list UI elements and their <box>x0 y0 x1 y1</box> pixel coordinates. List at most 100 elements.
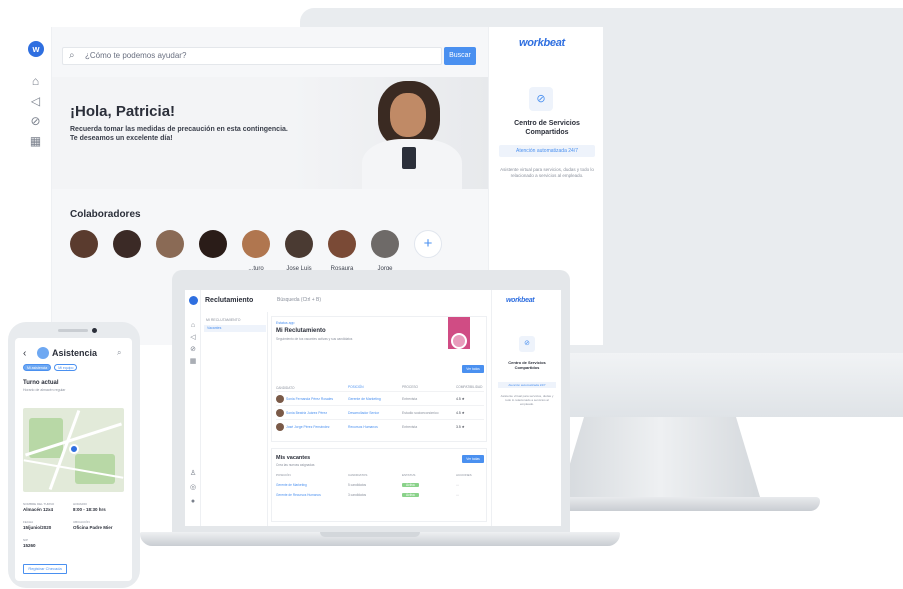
avatar <box>113 230 141 258</box>
vacancy-position[interactable]: Gerente de Marketing <box>276 483 348 487</box>
search-icon[interactable]: ⌕ <box>117 348 121 358</box>
more-icon[interactable]: ⋯ <box>456 493 459 497</box>
colaborador-item[interactable]: Jose Luis <box>285 230 313 272</box>
laptop-screen: ⌂ ◁ ⊘ ▦ ♙ ◎ ● Reclutamiento Búsqueda (Ct… <box>185 290 561 526</box>
grid-icon[interactable]: ▦ <box>189 358 197 366</box>
recruitment-title: Mi Reclutamiento <box>276 328 326 334</box>
colaborador-item[interactable]: Rosaura <box>328 230 356 272</box>
csc-badge[interactable]: Atención automatizada 24/7 <box>499 145 595 157</box>
home-icon[interactable]: ⌂ <box>29 75 42 88</box>
vacancies-table-header: POSICIÓN CANDIDATOS ESTATUS ACCIONES <box>276 473 484 477</box>
tab-mi-asistencia[interactable]: Mi asistencia <box>23 364 52 371</box>
user-icon[interactable]: ♙ <box>189 470 197 478</box>
status-badge: Activa <box>402 483 419 487</box>
colaborador-item[interactable] <box>113 230 141 272</box>
phone-tabs: Mi asistencia Mi equipo <box>23 364 78 371</box>
grid-icon[interactable]: ▦ <box>29 135 42 148</box>
shift-detail-field: NIP 15260 <box>23 538 73 548</box>
desktop-search-button[interactable]: Buscar <box>444 47 476 65</box>
add-colaborador-button[interactable]: + <box>414 230 442 272</box>
csc-description: Asistente virtual para servicios, dudas … <box>500 167 594 178</box>
greeting-message-line2: Te deseamos un excelente día! <box>70 135 173 142</box>
avatar[interactable]: ● <box>189 498 197 506</box>
desktop-welcome-banner: ¡Hola, Patricia! Recuerda tomar las medi… <box>52 77 488 189</box>
avatar <box>371 230 399 258</box>
table-row[interactable]: Sonia Fernanda Pérez Rosales Gerente de M… <box>276 391 484 405</box>
table-header-cell: CANDIDATOS <box>348 473 368 477</box>
table-header-cell: POSICIÓN <box>348 385 364 389</box>
avatar <box>156 230 184 258</box>
csc-description: Asistente virtual para servicios, dudas … <box>500 394 554 406</box>
location-map[interactable] <box>23 408 124 492</box>
megaphone-icon[interactable]: ◁ <box>189 334 197 342</box>
desktop-side-rail: w ⌂ ◁ ⊘ ▦ <box>18 27 52 345</box>
laptop-nav-item-vacantes[interactable]: Vacantes <box>204 325 266 332</box>
field-label: UBICACIÓN <box>73 520 90 524</box>
recruitment-subtitle: Seguimiento de tus vacantes activas y su… <box>276 337 353 341</box>
laptop-search-input[interactable]: Búsqueda (Ctrl + B) <box>277 297 321 303</box>
score-cell: 3.5 ★ <box>456 424 465 429</box>
table-header-cell: POSICIÓN <box>276 473 291 477</box>
desktop-monitor-stand <box>560 417 760 497</box>
vacancy-position[interactable]: Gerente de Recursos Humanos <box>276 493 348 497</box>
position-cell[interactable]: Desarrollador Senior <box>348 411 402 415</box>
candidate-name[interactable]: Sonia Fernanda Pérez Rosales <box>286 397 333 401</box>
csc-badge[interactable]: Atención automatizada 24/7 <box>498 382 556 388</box>
field-label: NIP <box>23 538 29 542</box>
more-icon[interactable]: ⋯ <box>456 483 459 487</box>
candidate-name[interactable]: Sonia Beatriz Juárez Pérez <box>286 411 327 415</box>
workbeat-logo-icon[interactable] <box>189 296 198 305</box>
laptop-side-rail: ⌂ ◁ ⊘ ▦ ♙ ◎ ● <box>185 290 201 526</box>
position-cell[interactable]: Recursos Humanos <box>348 425 402 429</box>
table-row[interactable]: José Jorge Pérez Fernández Recursos Human… <box>276 419 484 433</box>
laptop-content: Estatus app Mi Reclutamiento Seguimiento… <box>271 316 489 522</box>
back-arrow-icon[interactable]: ‹ <box>23 348 26 359</box>
phone-speaker <box>58 329 88 332</box>
table-header-cell: COMPATIBILIDAD <box>456 385 483 389</box>
avatar <box>276 422 284 431</box>
breadcrumb[interactable]: Estatus app <box>276 321 294 325</box>
workbeat-logo-icon[interactable]: w <box>28 41 44 57</box>
register-check-button[interactable]: Registrar Checada <box>23 564 67 574</box>
position-cell[interactable]: Gerente de Marketing <box>348 397 402 401</box>
map-pin-icon <box>69 444 79 454</box>
workbeat-brand-logo: workbeat <box>519 37 565 49</box>
colaborador-item[interactable]: ...turo <box>242 230 270 272</box>
process-cell: Estudio socioeconómico <box>402 410 439 415</box>
colaborador-item[interactable]: Jorge <box>371 230 399 272</box>
view-all-vacancies-button[interactable]: Ver todas <box>462 455 484 463</box>
vacancy-status-cell: Activa <box>402 493 456 497</box>
recruitment-badge-icon <box>451 333 467 349</box>
candidate-name[interactable]: José Jorge Pérez Fernández <box>286 425 330 429</box>
vacancies-subtitle: Crea las nuevas asignadas <box>276 463 315 467</box>
greeting-message: Recuerda tomar las medidas de precaución… <box>70 125 290 143</box>
avatar <box>242 230 270 258</box>
candidate-cell: José Jorge Pérez Fernández <box>276 422 348 431</box>
service-icon[interactable]: ⊘ <box>29 115 42 128</box>
colaborador-item[interactable] <box>156 230 184 272</box>
colaboradores-title: Colaboradores <box>70 209 141 220</box>
tab-mi-equipo[interactable]: Mi equipo <box>54 364 78 371</box>
service-icon[interactable]: ⊘ <box>189 346 197 354</box>
avatar <box>199 230 227 258</box>
desktop-search-input[interactable]: ⌕ ¿Cómo te podemos ayudar? <box>62 47 442 65</box>
shift-subtitle: Horario de almacén regular <box>23 388 66 392</box>
view-all-button[interactable]: Ver todos <box>462 365 484 373</box>
colaborador-item[interactable] <box>70 230 98 272</box>
candidates-table-header: CANDIDATO POSICIÓN PROCESO COMPATIBILIDAD <box>276 385 484 391</box>
table-row[interactable]: Sonia Beatriz Juárez Pérez Desarrollador … <box>276 405 484 419</box>
table-row[interactable]: Gerente de Recursos Humanos 3 candidatos A… <box>276 493 484 497</box>
phone-page-title: Asistencia <box>52 348 98 358</box>
table-header-cell: CANDIDATO <box>276 386 295 390</box>
score-cell: 4.5 ★ <box>456 410 465 415</box>
table-header-cell: ESTATUS <box>402 473 416 477</box>
home-icon[interactable]: ⌂ <box>189 322 197 330</box>
settings-icon[interactable]: ◎ <box>189 484 197 492</box>
megaphone-icon[interactable]: ◁ <box>29 95 42 108</box>
candidate-cell: Sonia Fernanda Pérez Rosales <box>276 394 348 403</box>
vacancy-candidates: 5 candidatos <box>348 483 367 487</box>
colaborador-item[interactable] <box>199 230 227 272</box>
avatar <box>328 230 356 258</box>
field-value: 15/junio/2020 <box>23 525 52 530</box>
table-row[interactable]: Gerente de Marketing 5 candidatos Activa ⋯ <box>276 483 484 487</box>
